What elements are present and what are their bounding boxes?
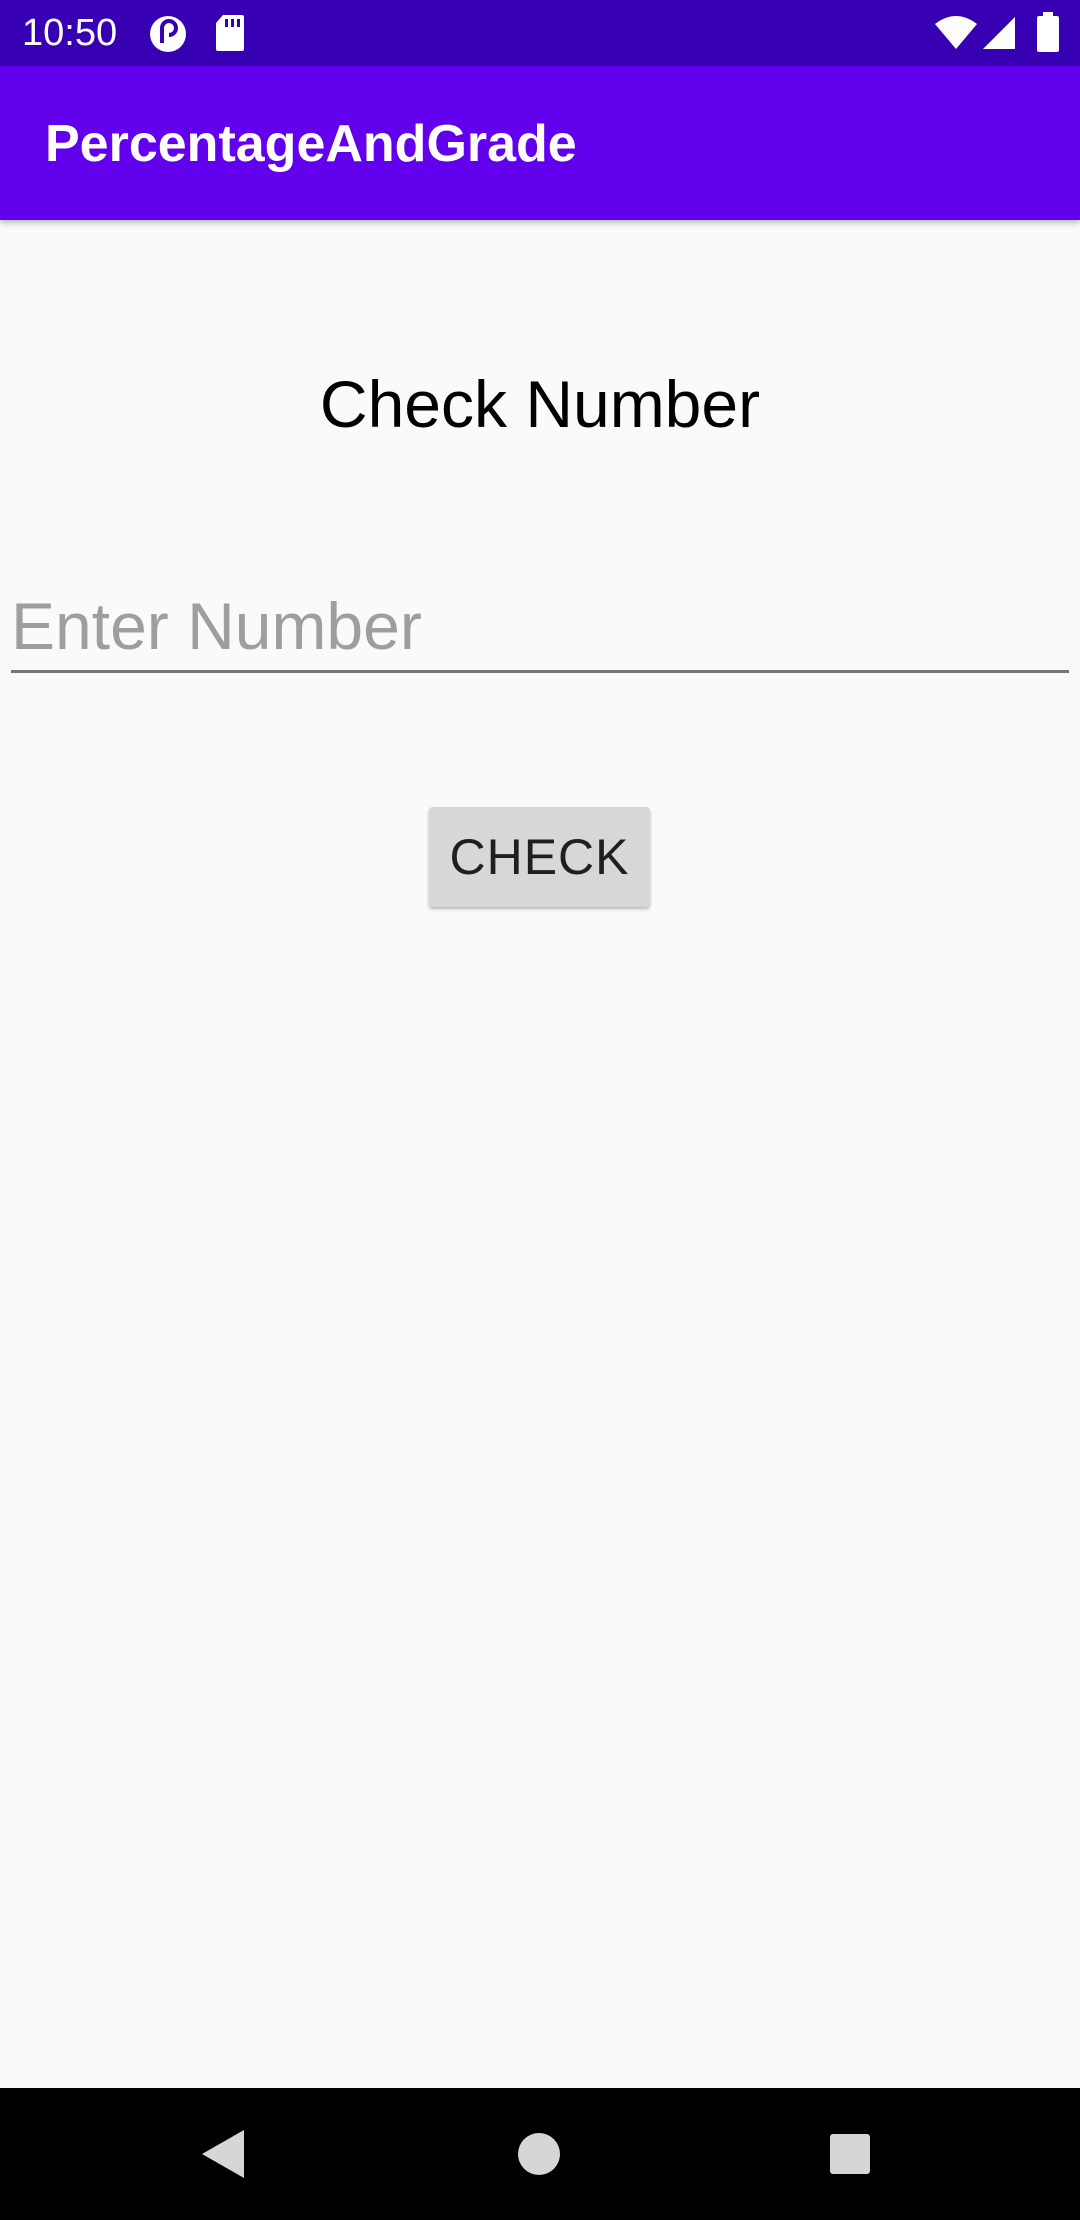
navigation-bar — [0, 2088, 1080, 2220]
number-input[interactable] — [11, 582, 1069, 673]
signal-icon — [982, 16, 1016, 55]
status-bar: 10:50 — [0, 0, 1080, 66]
main-content: Check Number CHECK — [0, 220, 1080, 2088]
check-button[interactable]: CHECK — [429, 807, 650, 907]
back-icon[interactable] — [196, 2124, 256, 2184]
wifi-icon — [934, 16, 978, 55]
app-title: PercentageAndGrade — [45, 115, 577, 173]
battery-icon — [1037, 12, 1059, 57]
pocket-casts-icon — [148, 14, 188, 59]
status-time: 10:50 — [22, 12, 118, 54]
home-icon[interactable] — [509, 2124, 569, 2184]
sd-card-icon — [215, 14, 245, 57]
app-bar: PercentageAndGrade — [0, 66, 1080, 220]
recents-icon[interactable] — [820, 2124, 880, 2184]
page-heading: Check Number — [319, 367, 761, 441]
